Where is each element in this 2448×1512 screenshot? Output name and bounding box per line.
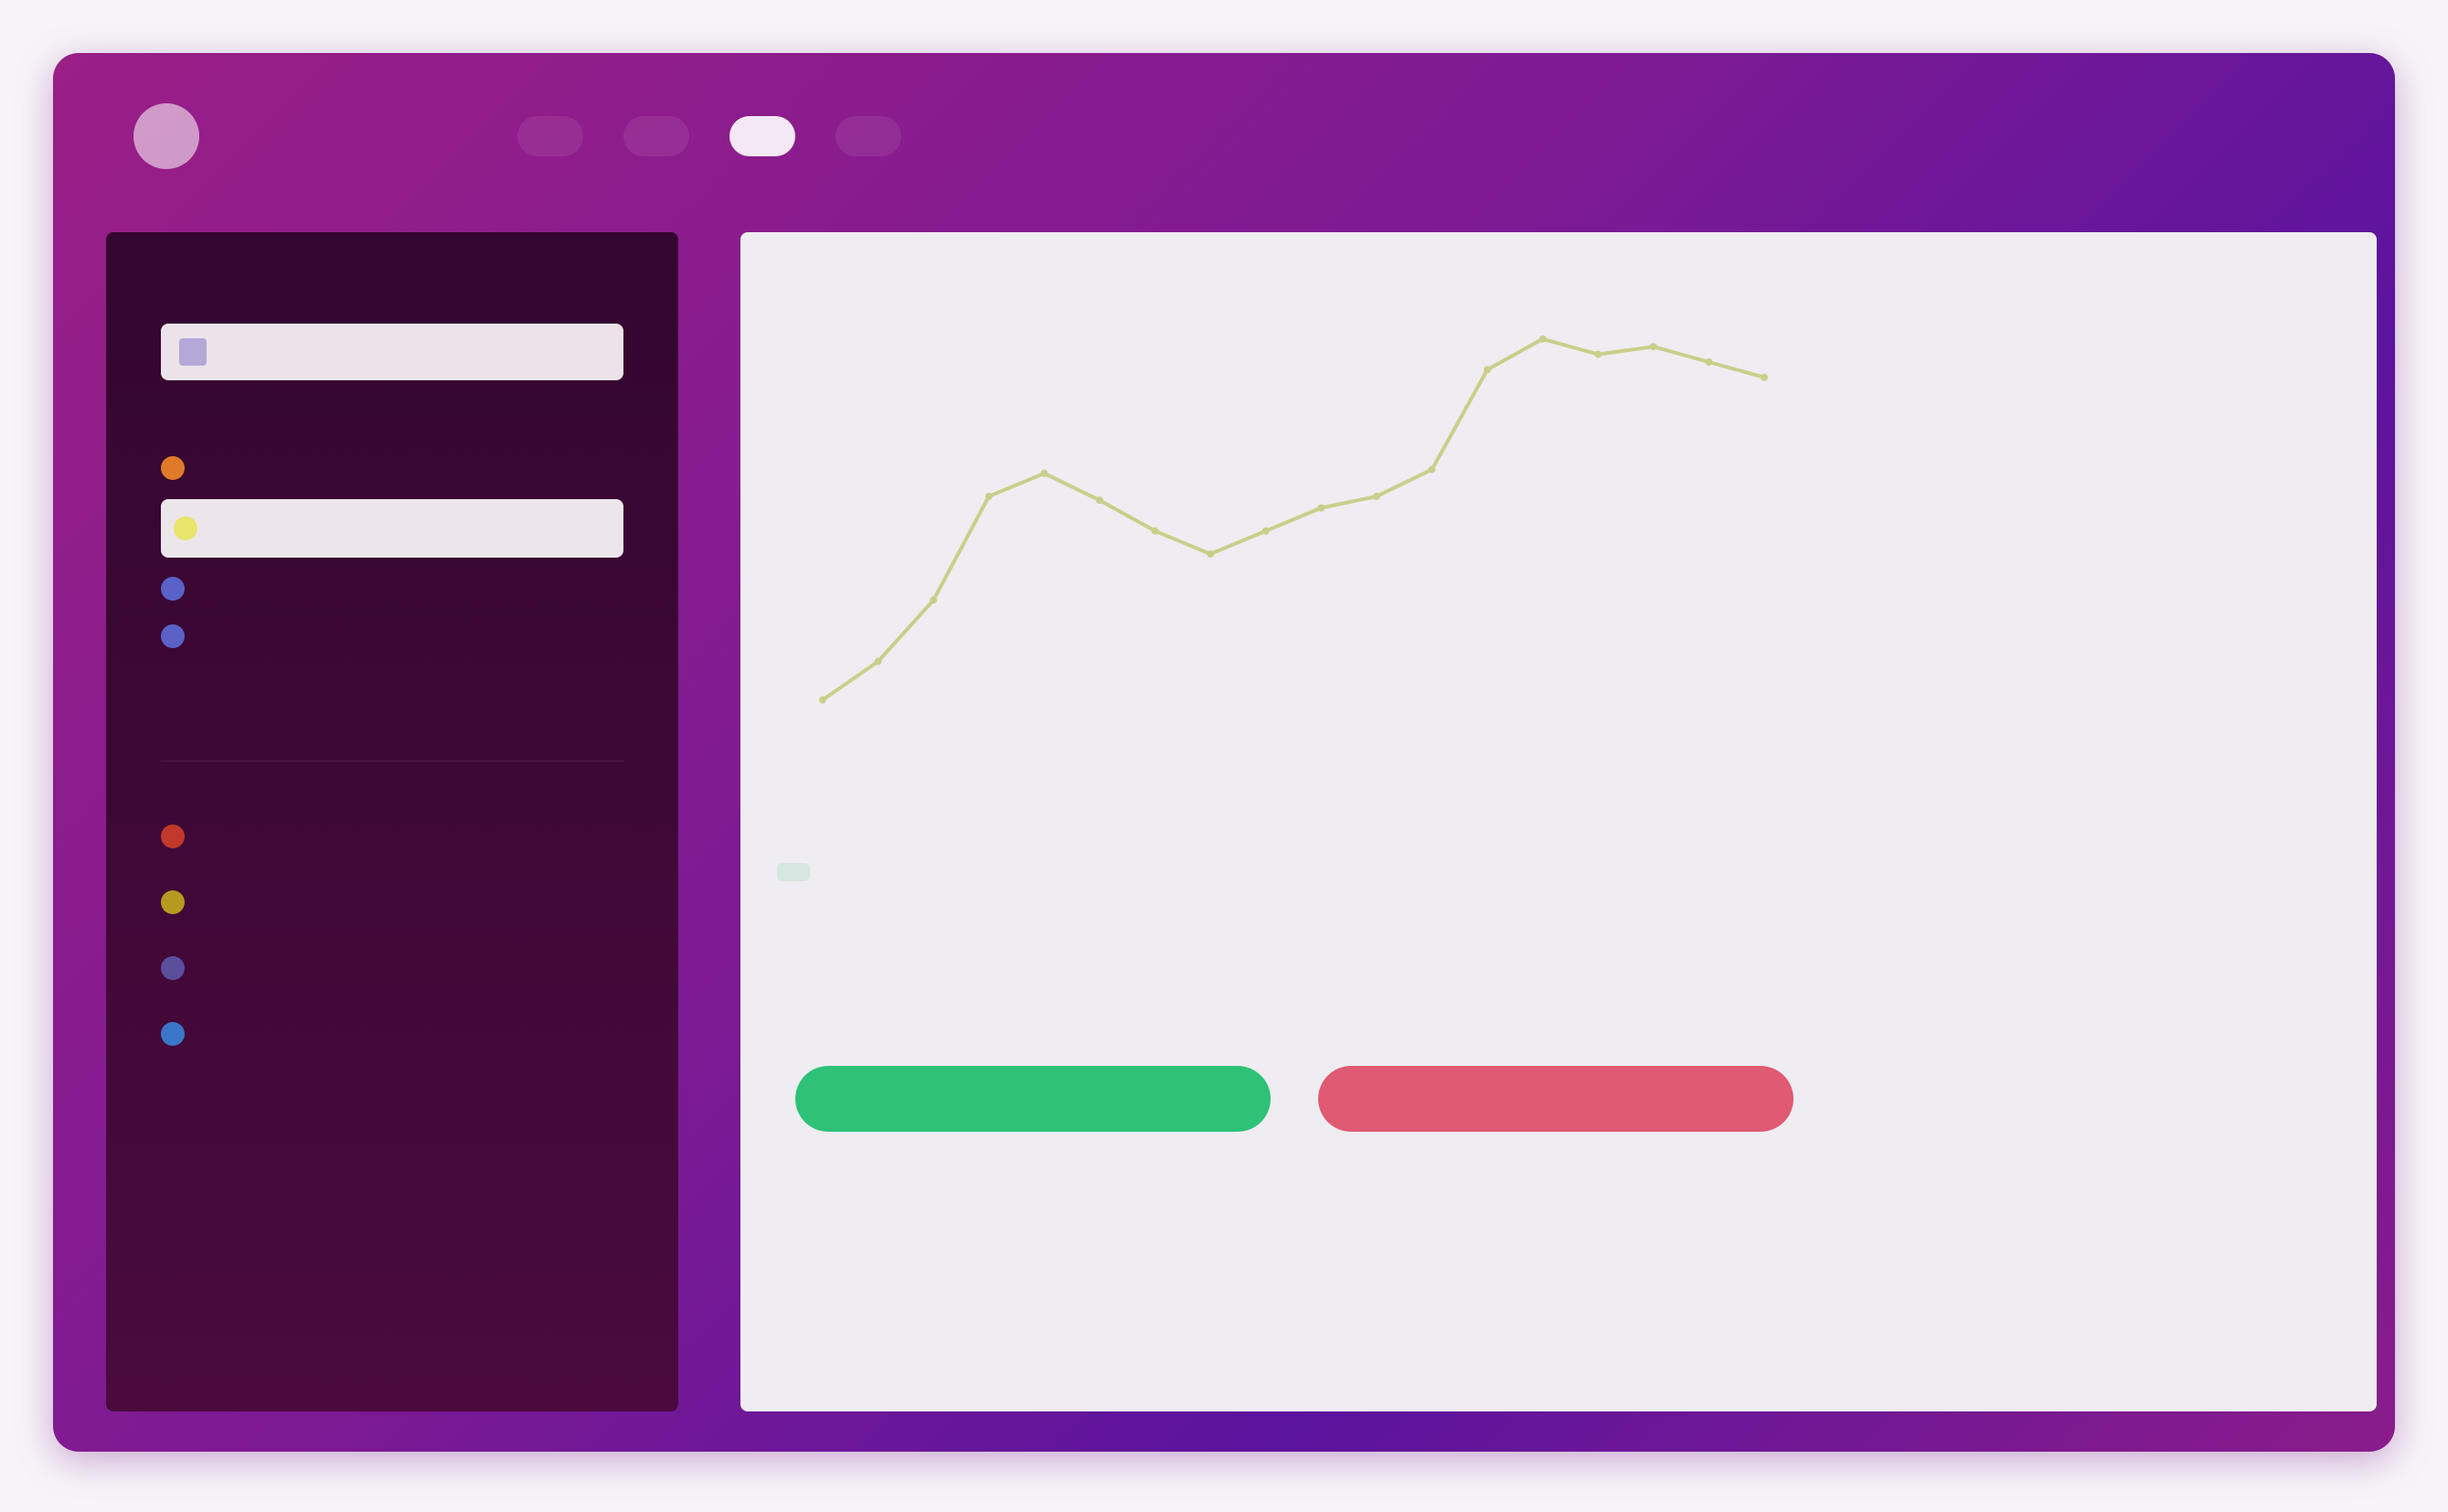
search-input[interactable] bbox=[219, 339, 585, 365]
recent-trades bbox=[1894, 954, 2333, 1196]
trade-row[interactable] bbox=[1894, 1042, 2333, 1093]
sell-button[interactable] bbox=[1318, 1066, 1793, 1132]
asset-row[interactable] bbox=[161, 565, 623, 612]
legend-dot-icon bbox=[161, 825, 185, 848]
legend-row[interactable] bbox=[161, 935, 623, 1001]
price-point bbox=[874, 657, 882, 665]
asset-color-dot-icon bbox=[161, 577, 185, 601]
order-book-row[interactable] bbox=[1894, 421, 2333, 459]
nav-item-2[interactable] bbox=[517, 116, 583, 156]
buy-form bbox=[795, 954, 1271, 1132]
legend-row[interactable] bbox=[161, 869, 623, 935]
price-point bbox=[1761, 373, 1768, 381]
order-book-row[interactable] bbox=[1894, 612, 2333, 651]
price-point bbox=[1649, 343, 1657, 351]
price-point bbox=[1317, 504, 1325, 512]
order-book-row[interactable] bbox=[1894, 497, 2333, 536]
price-point bbox=[819, 696, 826, 704]
price-point bbox=[1538, 335, 1547, 343]
timeframe-button[interactable] bbox=[989, 863, 1022, 881]
legend-row[interactable] bbox=[161, 1001, 623, 1067]
main-panel bbox=[740, 232, 2377, 1411]
asset-row[interactable] bbox=[161, 612, 623, 660]
legend-dot-icon bbox=[161, 890, 185, 914]
price-point bbox=[1705, 358, 1713, 366]
order-book-row[interactable] bbox=[1894, 536, 2333, 574]
price-point bbox=[930, 596, 938, 604]
trade-row[interactable] bbox=[1894, 991, 2333, 1042]
asset-color-dot-icon bbox=[161, 624, 185, 648]
price-point bbox=[1594, 350, 1602, 358]
price-chart[interactable] bbox=[777, 269, 1828, 781]
buy-button[interactable] bbox=[795, 1066, 1271, 1132]
legend-dot-icon bbox=[161, 956, 185, 980]
timeframe-button[interactable] bbox=[1095, 863, 1128, 881]
price-point bbox=[985, 493, 993, 500]
order-book-row[interactable] bbox=[1894, 574, 2333, 612]
trade-row[interactable] bbox=[1894, 1145, 2333, 1196]
trade-row[interactable] bbox=[1894, 1093, 2333, 1145]
order-book-row[interactable] bbox=[1894, 459, 2333, 497]
timeframe-selector bbox=[777, 863, 1234, 881]
timeframe-button[interactable] bbox=[1201, 863, 1234, 881]
sell-form bbox=[1318, 954, 1793, 1132]
order-book-rows bbox=[1894, 344, 2333, 651]
asset-color-dot-icon bbox=[174, 516, 197, 540]
chart-plot bbox=[819, 335, 1768, 704]
price-point bbox=[1484, 366, 1492, 374]
legend-dot-icon bbox=[161, 1022, 185, 1046]
price-point bbox=[1151, 527, 1159, 535]
price-line bbox=[821, 336, 1765, 702]
price-point bbox=[1372, 493, 1380, 500]
top-navigation-bar bbox=[53, 53, 2395, 219]
order-book bbox=[1894, 269, 2333, 890]
order-book-row[interactable] bbox=[1894, 344, 2333, 382]
search-icon bbox=[179, 338, 207, 366]
app-window bbox=[53, 53, 2395, 1452]
price-point bbox=[1261, 527, 1270, 535]
price-point bbox=[1095, 496, 1103, 505]
price-point bbox=[1428, 465, 1436, 474]
price-point bbox=[1207, 550, 1215, 558]
asset-row-selected[interactable] bbox=[161, 499, 623, 558]
asset-color-dot-icon bbox=[161, 456, 185, 480]
nav-item-3[interactable] bbox=[623, 116, 689, 156]
main-nav bbox=[411, 116, 901, 156]
legend-row[interactable] bbox=[161, 804, 623, 869]
price-point bbox=[1040, 469, 1048, 477]
timeframe-button[interactable] bbox=[883, 863, 916, 881]
logo-icon[interactable] bbox=[133, 103, 199, 169]
sidebar bbox=[106, 232, 678, 1411]
nav-item-5[interactable] bbox=[836, 116, 901, 156]
sidebar-search[interactable] bbox=[161, 324, 623, 380]
recent-trades-rows bbox=[1894, 991, 2333, 1196]
timeframe-button-active[interactable] bbox=[777, 863, 810, 881]
nav-item-active[interactable] bbox=[729, 116, 795, 156]
order-book-row[interactable] bbox=[1894, 382, 2333, 421]
nav-item-1[interactable] bbox=[411, 116, 477, 156]
asset-row[interactable] bbox=[161, 444, 623, 492]
